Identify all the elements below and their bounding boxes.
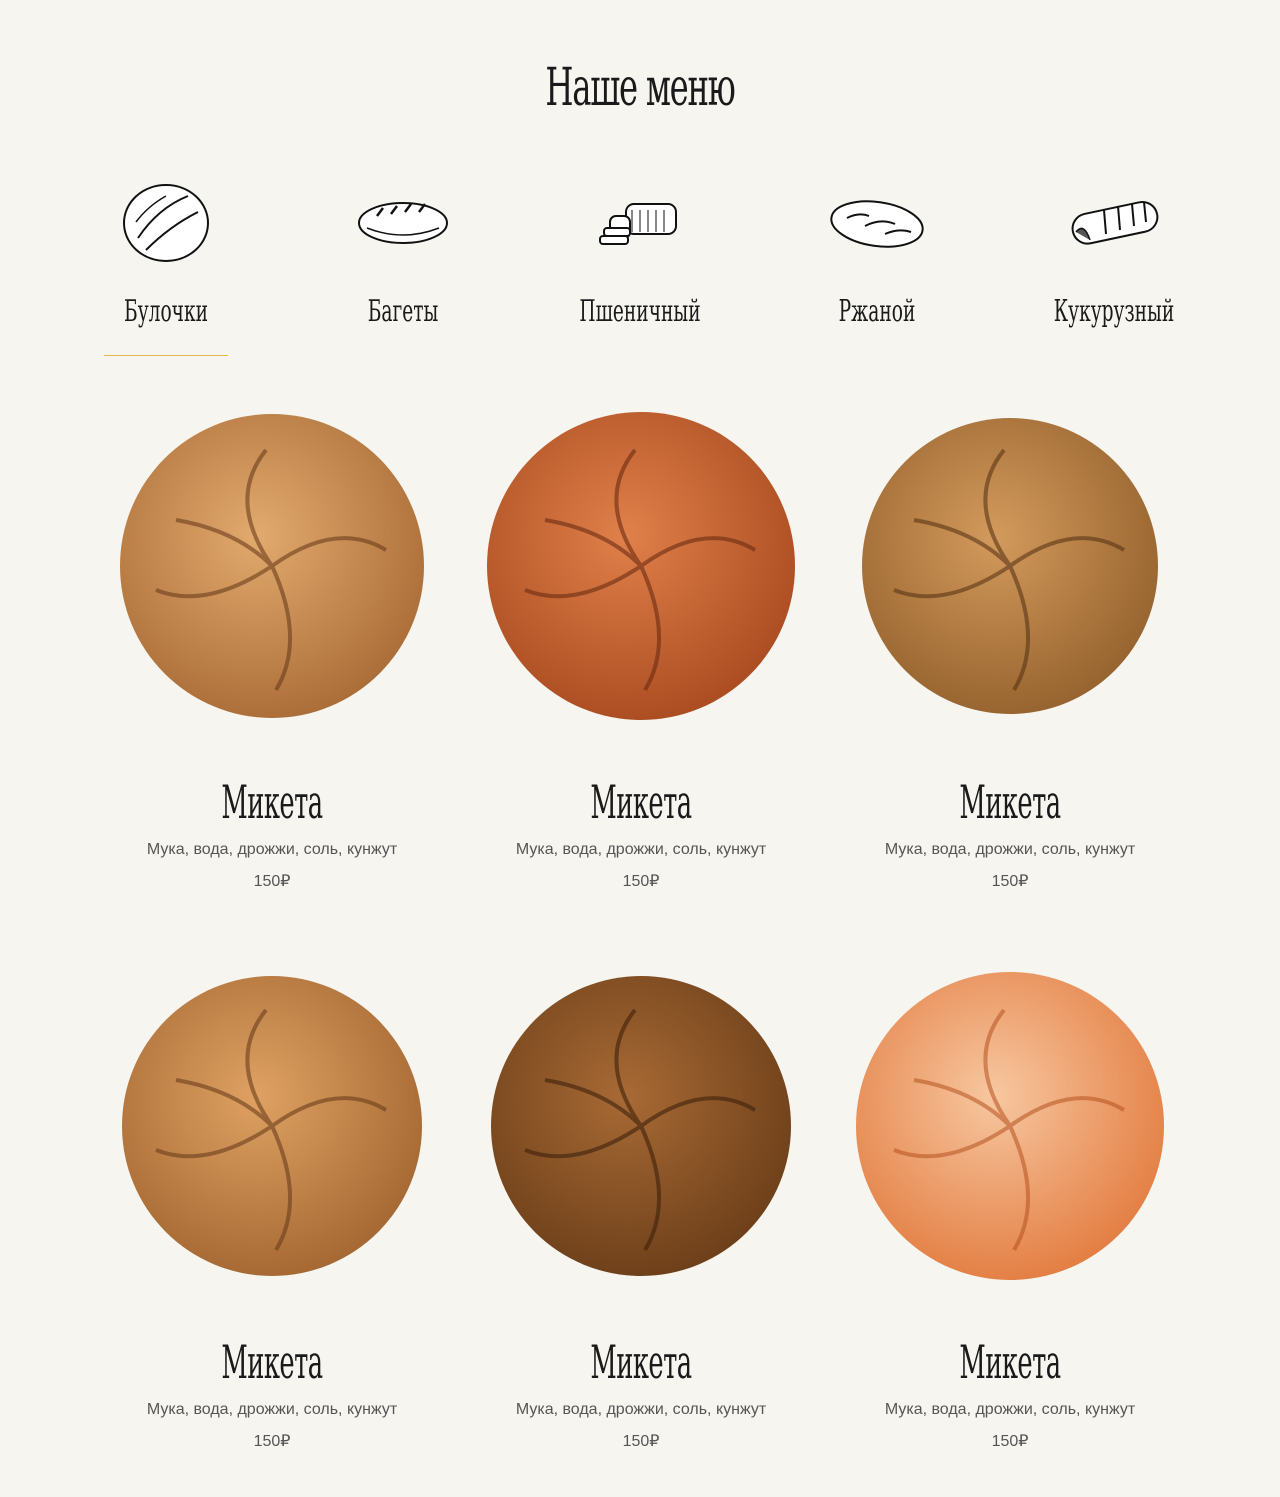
bread-roll-image xyxy=(856,972,1164,1280)
bread-roll-image xyxy=(120,414,424,718)
corn-bread-icon xyxy=(1071,200,1159,245)
product-name: Микета xyxy=(590,775,692,829)
product-card[interactable]: Микета Мука, вода, дрожжи, соль, кунжут … xyxy=(102,410,442,910)
product-ingredients: Мука, вода, дрожжи, соль, кунжут xyxy=(146,1401,398,1418)
product-name: Микета xyxy=(221,1335,323,1389)
product-ingredients: Мука, вода, дрожжи, соль, кунжут xyxy=(884,841,1136,858)
product-card[interactable]: Микета Мука, вода, дрожжи, соль, кунжут … xyxy=(471,970,811,1470)
tab-baguettes[interactable]: Багеты xyxy=(323,170,483,360)
product-price: 150₽ xyxy=(253,873,291,890)
tab-label: Ржаной xyxy=(838,294,916,329)
product-price: 150₽ xyxy=(622,1433,660,1450)
round-bread-icon xyxy=(123,184,209,262)
bread-roll-image xyxy=(491,976,791,1276)
tab-label: Багеты xyxy=(367,294,439,329)
tab-corn[interactable]: Кукурузный xyxy=(1034,170,1194,360)
tab-label: Кукурузный xyxy=(1053,294,1175,329)
tab-buns[interactable]: Булочки xyxy=(86,170,246,360)
product-name: Микета xyxy=(590,1335,692,1389)
product-card[interactable]: Микета Мука, вода, дрожжи, соль, кунжут … xyxy=(840,970,1180,1470)
product-name: Микета xyxy=(959,1335,1061,1389)
bread-roll-image xyxy=(487,412,795,720)
rye-loaf-icon xyxy=(830,200,924,248)
product-ingredients: Мука, вода, дрожжи, соль, кунжут xyxy=(515,841,767,858)
tab-rye[interactable]: Ржаной xyxy=(797,170,957,360)
menu-page: Наше меню Булочки Багеты Пшеничный Ржано… xyxy=(0,0,1280,1497)
tab-wheat[interactable]: Пшеничный xyxy=(560,170,720,360)
active-tab-underline xyxy=(104,355,228,356)
product-price: 150₽ xyxy=(991,1433,1029,1450)
product-price: 150₽ xyxy=(991,873,1029,890)
product-ingredients: Мука, вода, дрожжи, соль, кунжут xyxy=(515,1401,767,1418)
bread-roll-image xyxy=(862,418,1158,714)
product-price: 150₽ xyxy=(253,1433,291,1450)
sliced-loaf-icon xyxy=(599,203,677,245)
product-ingredients: Мука, вода, дрожжи, соль, кунжут xyxy=(146,841,398,858)
tab-label: Пшеничный xyxy=(579,294,701,329)
product-name: Микета xyxy=(221,775,323,829)
product-card[interactable]: Микета Мука, вода, дрожжи, соль, кунжут … xyxy=(471,410,811,910)
product-name: Микета xyxy=(959,775,1061,829)
product-price: 150₽ xyxy=(622,873,660,890)
category-tabs: Булочки Багеты Пшеничный Ржаной Кукурузн… xyxy=(0,170,1280,370)
baguette-icon xyxy=(358,202,448,244)
tab-label: Булочки xyxy=(124,294,208,329)
product-ingredients: Мука, вода, дрожжи, соль, кунжут xyxy=(884,1401,1136,1418)
bread-roll-image xyxy=(122,976,422,1276)
product-card[interactable]: Микета Мука, вода, дрожжи, соль, кунжут … xyxy=(840,410,1180,910)
page-title: Наше меню xyxy=(545,58,735,118)
product-card[interactable]: Микета Мука, вода, дрожжи, соль, кунжут … xyxy=(102,970,442,1470)
